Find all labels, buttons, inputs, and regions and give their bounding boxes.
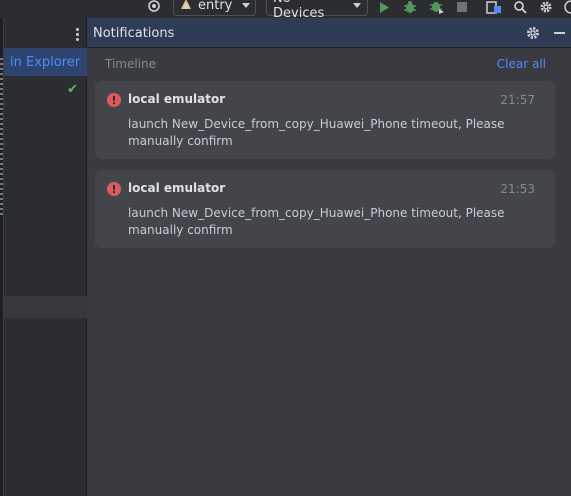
check-icon: ✔ <box>67 82 78 97</box>
attach-debugger-icon[interactable] <box>428 0 446 14</box>
notification-card[interactable]: ! local emulator 21:53 launch New_Device… <box>95 170 555 248</box>
account-icon[interactable] <box>563 0 571 14</box>
more-options-icon[interactable] <box>76 28 80 43</box>
run-icon[interactable] <box>377 0 391 14</box>
device-selector[interactable]: No Devices <box>266 0 368 21</box>
notifications-panel: Notifications Timeline Clear all ! local… <box>87 18 571 496</box>
highlighted-row[interactable] <box>4 296 87 318</box>
target-icon[interactable] <box>146 0 162 13</box>
module-selector-label: entry <box>198 0 233 13</box>
notification-source: local emulator <box>128 92 226 106</box>
vertical-tab-label <box>0 58 3 218</box>
notification-message: launch New_Device_from_copy_Huawei_Phone… <box>128 206 505 237</box>
search-icon[interactable] <box>512 0 528 14</box>
notification-message: launch New_Device_from_copy_Huawei_Phone… <box>128 117 505 148</box>
main-toolbar: entry No Devices <box>0 0 571 21</box>
notification-time: 21:57 <box>500 93 535 107</box>
timeline-label: Timeline <box>105 57 157 71</box>
debug-icon[interactable] <box>402 0 418 14</box>
error-icon: ! <box>107 93 121 107</box>
settings-icon[interactable] <box>538 0 554 14</box>
ide-window: entry No Devices <box>0 0 571 496</box>
selected-list-item[interactable]: in Explorer <box>4 48 87 76</box>
notification-source: local emulator <box>128 181 226 195</box>
clear-all-link[interactable]: Clear all <box>497 57 546 71</box>
chevron-down-icon <box>353 3 361 8</box>
notification-time: 21:53 <box>500 182 535 196</box>
chevron-down-icon <box>242 3 251 8</box>
gear-icon[interactable] <box>525 25 541 41</box>
project-panel: in Explorer ✔ <box>4 18 87 496</box>
device-manager-icon[interactable] <box>485 0 503 14</box>
notifications-header: Notifications <box>87 18 571 48</box>
notification-card[interactable]: ! local emulator 21:57 launch New_Device… <box>95 81 555 159</box>
stop-icon[interactable] <box>455 0 469 14</box>
panel-title: Notifications <box>93 26 175 41</box>
error-icon: ! <box>107 182 121 196</box>
module-selector[interactable]: entry <box>173 0 256 16</box>
minimize-icon[interactable] <box>554 32 565 34</box>
selected-list-item-label: in Explorer <box>10 54 81 70</box>
module-icon <box>180 0 192 14</box>
